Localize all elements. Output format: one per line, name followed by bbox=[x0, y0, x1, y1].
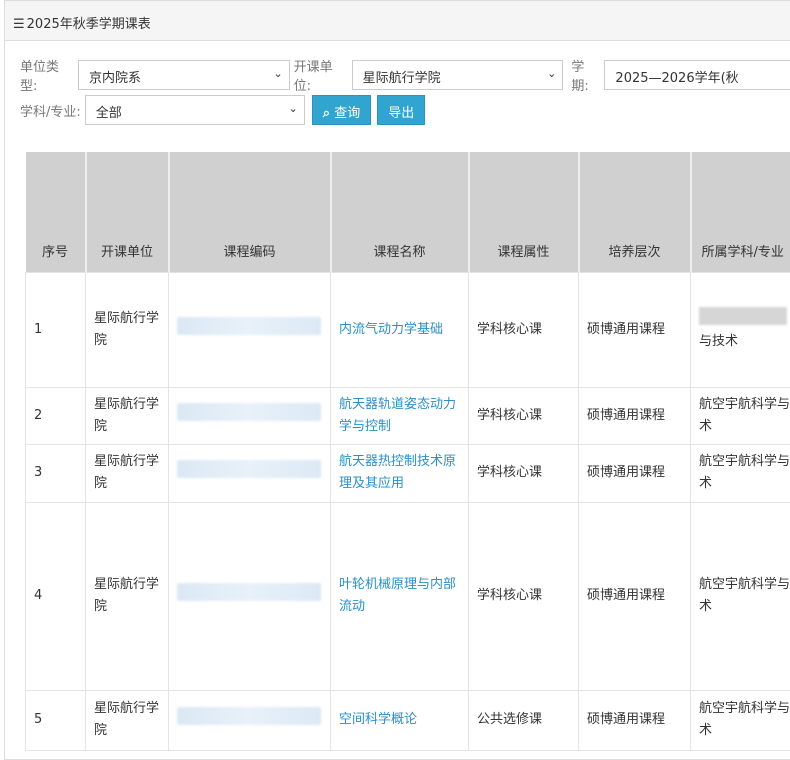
table-row: 3 星际航行学院 航天器热控制技术原理及其应用 学科核心课 硕博通用课程 航空宇… bbox=[26, 444, 790, 502]
chevron-down-icon: ⌄ bbox=[273, 67, 282, 80]
term-label: 学期: bbox=[571, 56, 600, 94]
subject-cell-text: 与技术 bbox=[699, 334, 738, 349]
col-header[interactable]: 所属学科/专业 bbox=[691, 152, 790, 272]
course-code-cell bbox=[169, 444, 331, 502]
redacted-code bbox=[177, 707, 321, 725]
subject-cell-text: 航空宇航科学与技术 bbox=[699, 454, 790, 491]
course-name-cell: 航天器轨道姿态动力学与控制 bbox=[331, 387, 469, 444]
filter-form: 单位类型: 京内院系⌄ 开课单位: 星际航行学院⌄ 学期: 2025—2026学… bbox=[20, 60, 790, 130]
subject-select[interactable]: 全部 ⌄ bbox=[85, 95, 305, 125]
course-name-link[interactable]: 航天器轨道姿态动力学与控制 bbox=[339, 397, 456, 434]
course-code-cell bbox=[169, 272, 331, 387]
course-code-cell bbox=[169, 387, 331, 444]
dept-value: 星际航行学院 bbox=[363, 71, 441, 86]
level-cell: 硕博通用课程 bbox=[579, 444, 691, 502]
dept-label: 开课单位: bbox=[294, 56, 348, 94]
chevron-down-icon: ⌄ bbox=[289, 102, 298, 115]
row-number: 3 bbox=[26, 444, 86, 502]
col-header[interactable]: 课程属性 bbox=[469, 152, 579, 272]
dept-cell: 星际航行学院 bbox=[86, 502, 169, 690]
col-header[interactable]: 开课单位 bbox=[86, 152, 169, 272]
row-number: 5 bbox=[26, 690, 86, 750]
unit-type-label: 单位类型: bbox=[20, 56, 74, 94]
redacted-code bbox=[177, 317, 321, 335]
course-table: 序号 开课单位 课程编码 课程名称 课程属性 培养层次 所属学科/专业 1 星际… bbox=[25, 152, 790, 751]
term-value: 2025—2026学年(秋 bbox=[615, 71, 738, 86]
table-row: 4 星际航行学院 叶轮机械原理与内部流动 学科核心课 硕博通用课程 航空宇航科学… bbox=[26, 502, 790, 690]
chevron-down-icon: ⌄ bbox=[547, 67, 556, 80]
query-button[interactable]: ⌕ 查询 bbox=[312, 95, 371, 125]
course-code-cell bbox=[169, 690, 331, 750]
query-label: 查询 bbox=[334, 106, 360, 121]
row-number: 2 bbox=[26, 387, 86, 444]
menu-icon: ☰ bbox=[13, 17, 25, 32]
unit-type-select[interactable]: 京内院系 ⌄ bbox=[78, 60, 290, 90]
level-cell: 硕博通用课程 bbox=[579, 502, 691, 690]
level-cell: 硕博通用课程 bbox=[579, 387, 691, 444]
subject-cell-text: 航空宇航科学与技术 bbox=[699, 397, 790, 434]
subject-value: 全部 bbox=[96, 106, 122, 121]
col-header[interactable]: 课程编码 bbox=[169, 152, 331, 272]
subject-label: 学科/专业: bbox=[20, 101, 81, 120]
dept-select[interactable]: 星际航行学院 ⌄ bbox=[352, 60, 564, 90]
course-name-link[interactable]: 内流气动力学基础 bbox=[339, 322, 443, 337]
row-number: 4 bbox=[26, 502, 86, 690]
course-attr-cell: 学科核心课 bbox=[469, 387, 579, 444]
unit-type-value: 京内院系 bbox=[89, 71, 141, 86]
subject-cell: 航空宇航科学与技术 bbox=[691, 502, 790, 690]
course-name-cell: 航天器热控制技术原理及其应用 bbox=[331, 444, 469, 502]
subject-cell: 航空宇航科学与技术 bbox=[691, 387, 790, 444]
panel-header: ☰2025年秋季学期课表 bbox=[5, 1, 790, 41]
col-header[interactable]: 课程名称 bbox=[331, 152, 469, 272]
search-icon: ⌕ bbox=[323, 106, 330, 121]
dept-cell: 星际航行学院 bbox=[86, 690, 169, 750]
course-code-cell bbox=[169, 502, 331, 690]
table-row: 5 星际航行学院 空间科学概论 公共选修课 硕博通用课程 航空宇航科学与技术 bbox=[26, 690, 790, 750]
course-name-cell: 内流气动力学基础 bbox=[331, 272, 469, 387]
export-label: 导出 bbox=[388, 106, 414, 121]
course-name-cell: 叶轮机械原理与内部流动 bbox=[331, 502, 469, 690]
level-cell: 硕博通用课程 bbox=[579, 272, 691, 387]
course-attr-cell: 学科核心课 bbox=[469, 502, 579, 690]
redacted-code bbox=[177, 403, 321, 421]
export-button[interactable]: 导出 bbox=[377, 95, 425, 125]
course-attr-cell: 学科核心课 bbox=[469, 444, 579, 502]
subject-cell: 与技术 bbox=[691, 272, 790, 387]
level-cell: 硕博通用课程 bbox=[579, 690, 691, 750]
course-name-cell: 空间科学概论 bbox=[331, 690, 469, 750]
redacted-text bbox=[699, 307, 787, 325]
redacted-code bbox=[177, 460, 321, 478]
subject-cell: 航空宇航科学与技术 bbox=[691, 690, 790, 750]
page-title: 2025年秋季学期课表 bbox=[27, 17, 151, 32]
course-name-link[interactable]: 叶轮机械原理与内部流动 bbox=[339, 577, 456, 614]
subject-cell-text: 航空宇航科学与技术 bbox=[699, 701, 790, 738]
course-name-link[interactable]: 航天器热控制技术原理及其应用 bbox=[339, 454, 456, 491]
dept-cell: 星际航行学院 bbox=[86, 387, 169, 444]
course-attr-cell: 公共选修课 bbox=[469, 690, 579, 750]
subject-cell-text: 航空宇航科学与技术 bbox=[699, 577, 790, 614]
course-name-link[interactable]: 空间科学概论 bbox=[339, 712, 417, 727]
table-row: 2 星际航行学院 航天器轨道姿态动力学与控制 学科核心课 硕博通用课程 航空宇航… bbox=[26, 387, 790, 444]
redacted-code bbox=[177, 583, 321, 601]
course-attr-cell: 学科核心课 bbox=[469, 272, 579, 387]
term-select[interactable]: 2025—2026学年(秋 bbox=[604, 60, 790, 90]
dept-cell: 星际航行学院 bbox=[86, 444, 169, 502]
col-header[interactable]: 培养层次 bbox=[579, 152, 691, 272]
col-header[interactable]: 序号 bbox=[26, 152, 86, 272]
subject-cell: 航空宇航科学与技术 bbox=[691, 444, 790, 502]
table-row: 1 星际航行学院 内流气动力学基础 学科核心课 硕博通用课程 与技术 bbox=[26, 272, 790, 387]
dept-cell: 星际航行学院 bbox=[86, 272, 169, 387]
row-number: 1 bbox=[26, 272, 86, 387]
